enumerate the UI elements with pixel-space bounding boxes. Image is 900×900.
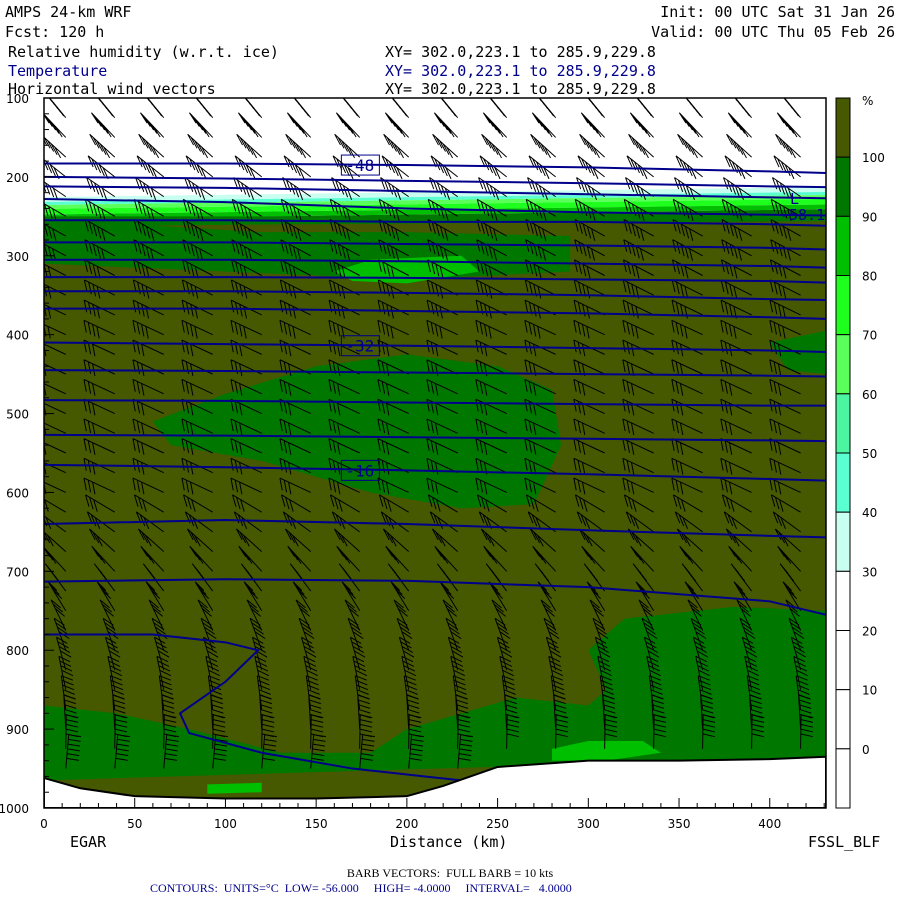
colorbar-label: 80	[862, 270, 877, 284]
y-tick-label: 300	[6, 250, 29, 264]
cross-section-chart: -48-58.1L-32-160 50 100 150 200 250 300 350 4001…	[0, 92, 885, 831]
rh-region	[207, 782, 262, 794]
y-tick-label: 200	[6, 171, 29, 185]
colorbar-label: 70	[862, 329, 877, 343]
contour-label: -32	[345, 337, 374, 356]
contour-label: -16	[345, 461, 374, 480]
colorbar-label: 50	[862, 447, 877, 461]
colorbar-bin	[835, 570, 851, 631]
x-tick-label: 150	[305, 817, 328, 831]
colorbar-label: 30	[862, 565, 877, 579]
colorbar-bin	[835, 452, 851, 513]
y-tick-label: 500	[6, 408, 29, 422]
plot-area: -48 -58.1L -32 -16	[44, 98, 826, 808]
colorbar-label: 60	[862, 388, 877, 402]
colorbar-label: 100	[862, 151, 885, 165]
y-tick-label: 800	[6, 644, 29, 658]
y-tick-label: 700	[6, 565, 29, 579]
barb-legend: BARB VECTORS: FULL BARB = 10 kts	[346, 866, 554, 880]
x-tick-label: 200	[395, 817, 418, 831]
contour-low-marker: L	[790, 190, 799, 208]
colorbar-bin	[835, 215, 851, 276]
colorbar-label: 40	[862, 506, 877, 520]
x-axis-label: Distance (km)	[390, 833, 508, 851]
x-tick-label: 0	[40, 817, 48, 831]
x-tick-label: 100	[214, 817, 237, 831]
x-tick-label: 50	[127, 817, 142, 831]
colorbar-label: 0	[862, 743, 870, 757]
x-tick-label: 250	[486, 817, 509, 831]
colorbar-bin	[835, 97, 851, 158]
y-tick-label: 600	[6, 486, 29, 500]
y-tick-label: 100	[6, 92, 29, 106]
colorbar-bin	[835, 393, 851, 454]
colorbar-bin	[835, 334, 851, 395]
colorbar-bin	[835, 275, 851, 336]
colorbar-bin	[835, 748, 851, 809]
y-tick-label: 400	[6, 329, 29, 343]
y-tick-label: 900	[6, 723, 29, 737]
contour-legend: CONTOURS: UNITS=°C LOW= -56.000 HIGH= -4…	[150, 881, 572, 895]
colorbar-bin	[835, 689, 851, 750]
colorbar-bin	[835, 156, 851, 217]
colorbar-label: 10	[862, 684, 877, 698]
x-tick-label: 300	[577, 817, 600, 831]
contour-low-label: -58.1	[780, 206, 825, 224]
y-tick-label: 1000	[0, 802, 29, 816]
colorbar-label: 90	[862, 210, 877, 224]
colorbar-unit: %	[862, 94, 873, 108]
right-endpoint-label: FSSL_BLF	[808, 833, 881, 851]
left-endpoint-label: EGAR	[70, 833, 107, 851]
colorbar-label: 20	[862, 625, 877, 639]
colorbar-bin	[835, 630, 851, 691]
x-tick-label: 400	[758, 817, 781, 831]
x-tick-label: 350	[668, 817, 691, 831]
colorbar-bin	[835, 511, 851, 572]
contour-label: -48	[345, 156, 374, 175]
